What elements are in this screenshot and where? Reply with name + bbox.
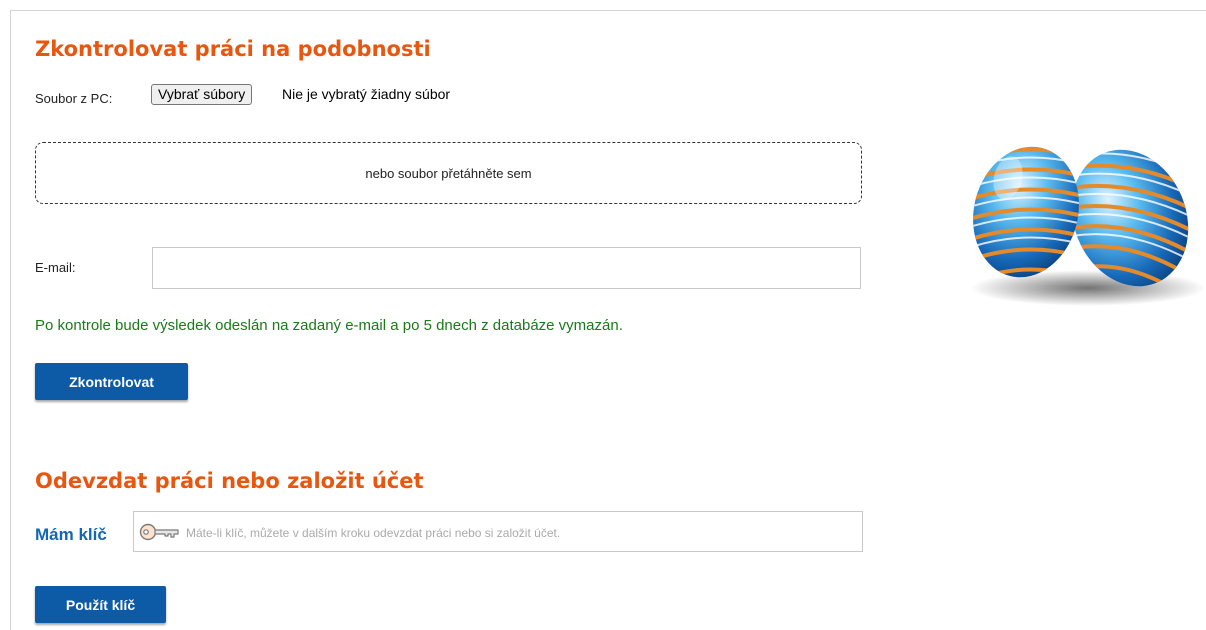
key-label: Mám klíč: [35, 525, 107, 544]
check-section-title: Zkontrolovat práci na podobnosti: [35, 37, 431, 61]
email-field[interactable]: [152, 247, 861, 289]
file-dropzone[interactable]: nebo soubor přetáhněte sem: [35, 142, 862, 204]
key-icon: [139, 523, 179, 541]
dropzone-text: nebo soubor přetáhněte sem: [365, 165, 532, 181]
key-field[interactable]: [133, 511, 863, 553]
email-label: E-mail:: [35, 260, 76, 275]
key-input[interactable]: [184, 512, 858, 553]
check-button[interactable]: Zkontrolovat: [35, 363, 188, 400]
info-note: Po kontrole bude výsledek odeslán na zad…: [35, 317, 623, 334]
file-status: Nie je vybratý žiadny súbor: [282, 86, 451, 102]
choose-files-button[interactable]: Vybrať súbory: [151, 84, 253, 105]
file-label: Soubor z PC:: [35, 91, 113, 106]
easter-eggs-image: [968, 143, 1206, 306]
submit-section-title: Odevzdat práci nebo založit účet: [35, 469, 424, 493]
use-key-button[interactable]: Použít klíč: [35, 586, 166, 623]
